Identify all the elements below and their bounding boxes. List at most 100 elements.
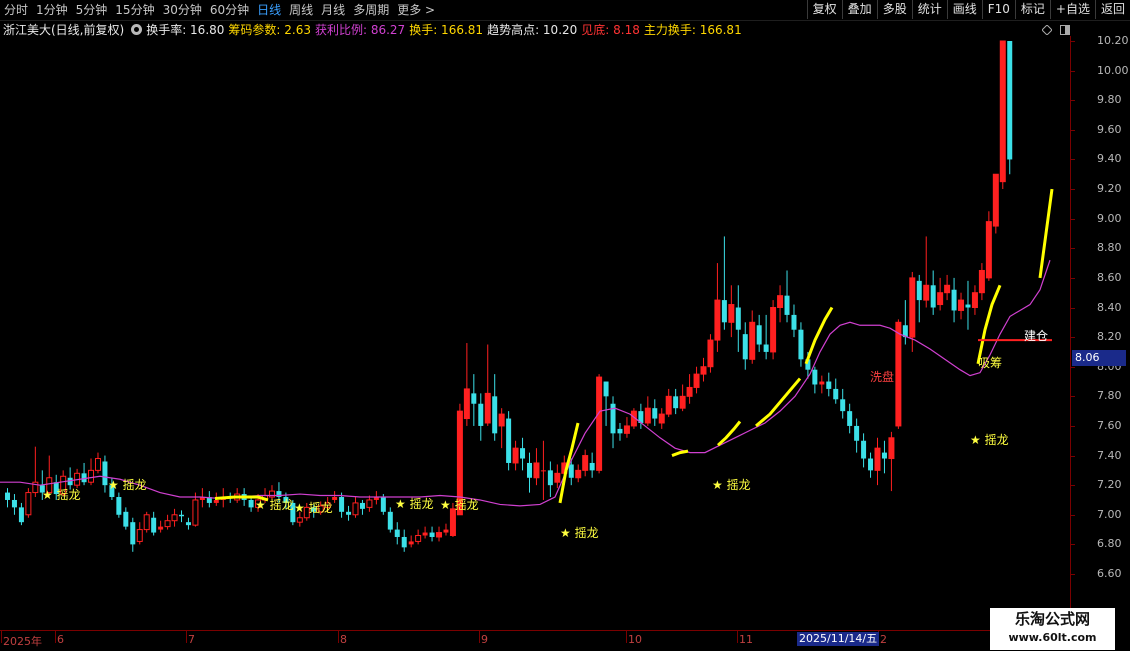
candle-body (770, 307, 777, 353)
toolbar-button-6[interactable]: 标记 (1014, 0, 1050, 19)
candle-body (791, 314, 797, 330)
candle-body (18, 507, 24, 523)
candle-body (359, 502, 365, 509)
tab-2[interactable]: 5分钟 (72, 0, 112, 20)
candle-body (707, 339, 714, 368)
candle-body (408, 541, 414, 545)
tab-8[interactable]: 月线 (317, 0, 349, 20)
candle-body (116, 497, 122, 515)
candle-body (721, 300, 727, 323)
candle-body (923, 284, 930, 301)
price-tick-label: 8.60 (1097, 270, 1122, 284)
tab-9[interactable]: 多周期 (349, 0, 393, 20)
price-tick-label: 10.00 (1097, 63, 1129, 77)
price-tick-label: 6.80 (1097, 537, 1122, 551)
candle-body (644, 407, 651, 424)
price-tick-label: 8.80 (1097, 241, 1122, 255)
tab-1[interactable]: 1分钟 (32, 0, 72, 20)
indicator-value-2: 获利比例: 86.27 (314, 22, 406, 37)
date-separator (1, 631, 2, 643)
toolbar-button-8[interactable]: 返回 (1094, 0, 1130, 19)
candle-body (965, 304, 971, 308)
indicator-value-3: 换手: 166.81 (409, 22, 484, 37)
price-tick (1071, 70, 1075, 72)
toolbar-button-0[interactable]: 复权 (806, 0, 842, 19)
tab-0[interactable]: 分时 (0, 0, 32, 20)
candle-body (366, 499, 373, 508)
xipan-label: 洗盘 (870, 369, 894, 384)
candle-body (1007, 41, 1013, 160)
candle-body (527, 462, 532, 478)
toolbar-button-4[interactable]: 画线 (946, 0, 982, 19)
candle-body (25, 492, 32, 516)
toolbar-button-1[interactable]: 叠加 (841, 0, 877, 19)
tab-10[interactable]: 更多 > (393, 0, 439, 20)
kline-chart[interactable]: ★ 摇龙★ 摇龙★ 摇龙 ★ 摇龙 ★ 摇龙 ★ 摇龙★ 摇龙★ 摇龙★ 摇龙洗盘吸筹… (0, 36, 1070, 630)
candle-body (784, 295, 790, 315)
date-separator (186, 631, 187, 643)
price-tick (1071, 425, 1075, 427)
indicator-value-0: 换手率: 16.80 (146, 22, 225, 37)
signal-line (716, 420, 742, 447)
date-tick-label: 2 (880, 633, 887, 646)
yaolong-marker-0: ★ 摇龙 (42, 488, 81, 502)
candle-body (415, 535, 422, 542)
candle-body (387, 511, 393, 530)
toolbar-button-5[interactable]: F10 (981, 0, 1015, 19)
tab-6[interactable]: 日线 (253, 0, 285, 20)
price-tick (1071, 337, 1075, 339)
date-tick-label: 8 (340, 633, 347, 646)
price-tick (1071, 129, 1075, 131)
price-tick-label: 6.60 (1097, 567, 1122, 580)
candle-body (192, 499, 199, 526)
price-tick (1071, 189, 1075, 191)
tab-3[interactable]: 15分钟 (111, 0, 158, 20)
tab-5[interactable]: 60分钟 (206, 0, 253, 20)
price-tick (1071, 100, 1075, 102)
candle-body (136, 529, 143, 542)
jiancang-label: 建仓 (1024, 329, 1048, 343)
date-axis: 2025年 6 7 8 9 10 11 2 2025/11/14/五 (0, 630, 1070, 651)
candle-body (623, 425, 630, 434)
watermark-logo: 乐淘公式网 www.60lt.com (990, 608, 1115, 650)
candle-body (728, 304, 735, 323)
candle-body (484, 392, 491, 424)
candle-body (88, 469, 95, 483)
indicator-value-5: 见底: 8.18 (581, 22, 640, 37)
price-axis: 10.20 10.00 9.80 9.60 9.40 9.20 9.00 8.80 8.60 8.… (1070, 34, 1130, 630)
price-tick (1071, 307, 1075, 309)
candle-body (881, 452, 887, 459)
right-toolbar: 复权 叠加 多股 统计 画线 F10 标记 +自选 返回 (806, 0, 1130, 20)
toolbar-button-2[interactable]: 多股 (876, 0, 912, 19)
tab-7[interactable]: 周线 (285, 0, 317, 20)
price-tick-label: 9.20 (1097, 182, 1122, 196)
candle-body (568, 464, 574, 478)
signal-line (755, 377, 802, 428)
yaolong-marker-1: ★ 摇龙 (108, 478, 147, 492)
date-tick-label: 2025年 (3, 635, 42, 648)
panel-toggle-icon[interactable] (1060, 25, 1070, 35)
candle-body (123, 511, 129, 527)
price-tick (1071, 396, 1075, 398)
price-tick (1071, 544, 1075, 546)
candle-body (874, 447, 881, 471)
candle-body (617, 428, 623, 434)
toolbar-button-7[interactable]: +自选 (1049, 0, 1095, 19)
settings-gear-icon[interactable] (131, 23, 143, 35)
candle-body (749, 321, 756, 360)
stock-title[interactable]: 浙江美大(日线,前复权) (3, 21, 124, 38)
candle-body (185, 522, 191, 526)
candle-body (826, 381, 832, 389)
tab-4[interactable]: 30分钟 (159, 0, 206, 20)
toolbar-button-3[interactable]: 统计 (911, 0, 947, 19)
price-tick-label: 7.20 (1097, 478, 1122, 492)
candle-body (840, 399, 846, 412)
yaolong-marker-3: ★ 摇龙 (294, 501, 333, 515)
price-tick-label: 9.80 (1097, 93, 1122, 107)
indicator-infobar: 浙江美大(日线,前复权) 换手率: 16.80 筹码参数: 2.63 获利比例: 8… (0, 21, 1070, 37)
price-tick (1071, 366, 1075, 368)
candle-body (130, 522, 136, 545)
diamond-icon[interactable] (1042, 25, 1052, 35)
price-tick-label: 7.80 (1097, 389, 1122, 403)
candle-body (833, 388, 839, 400)
